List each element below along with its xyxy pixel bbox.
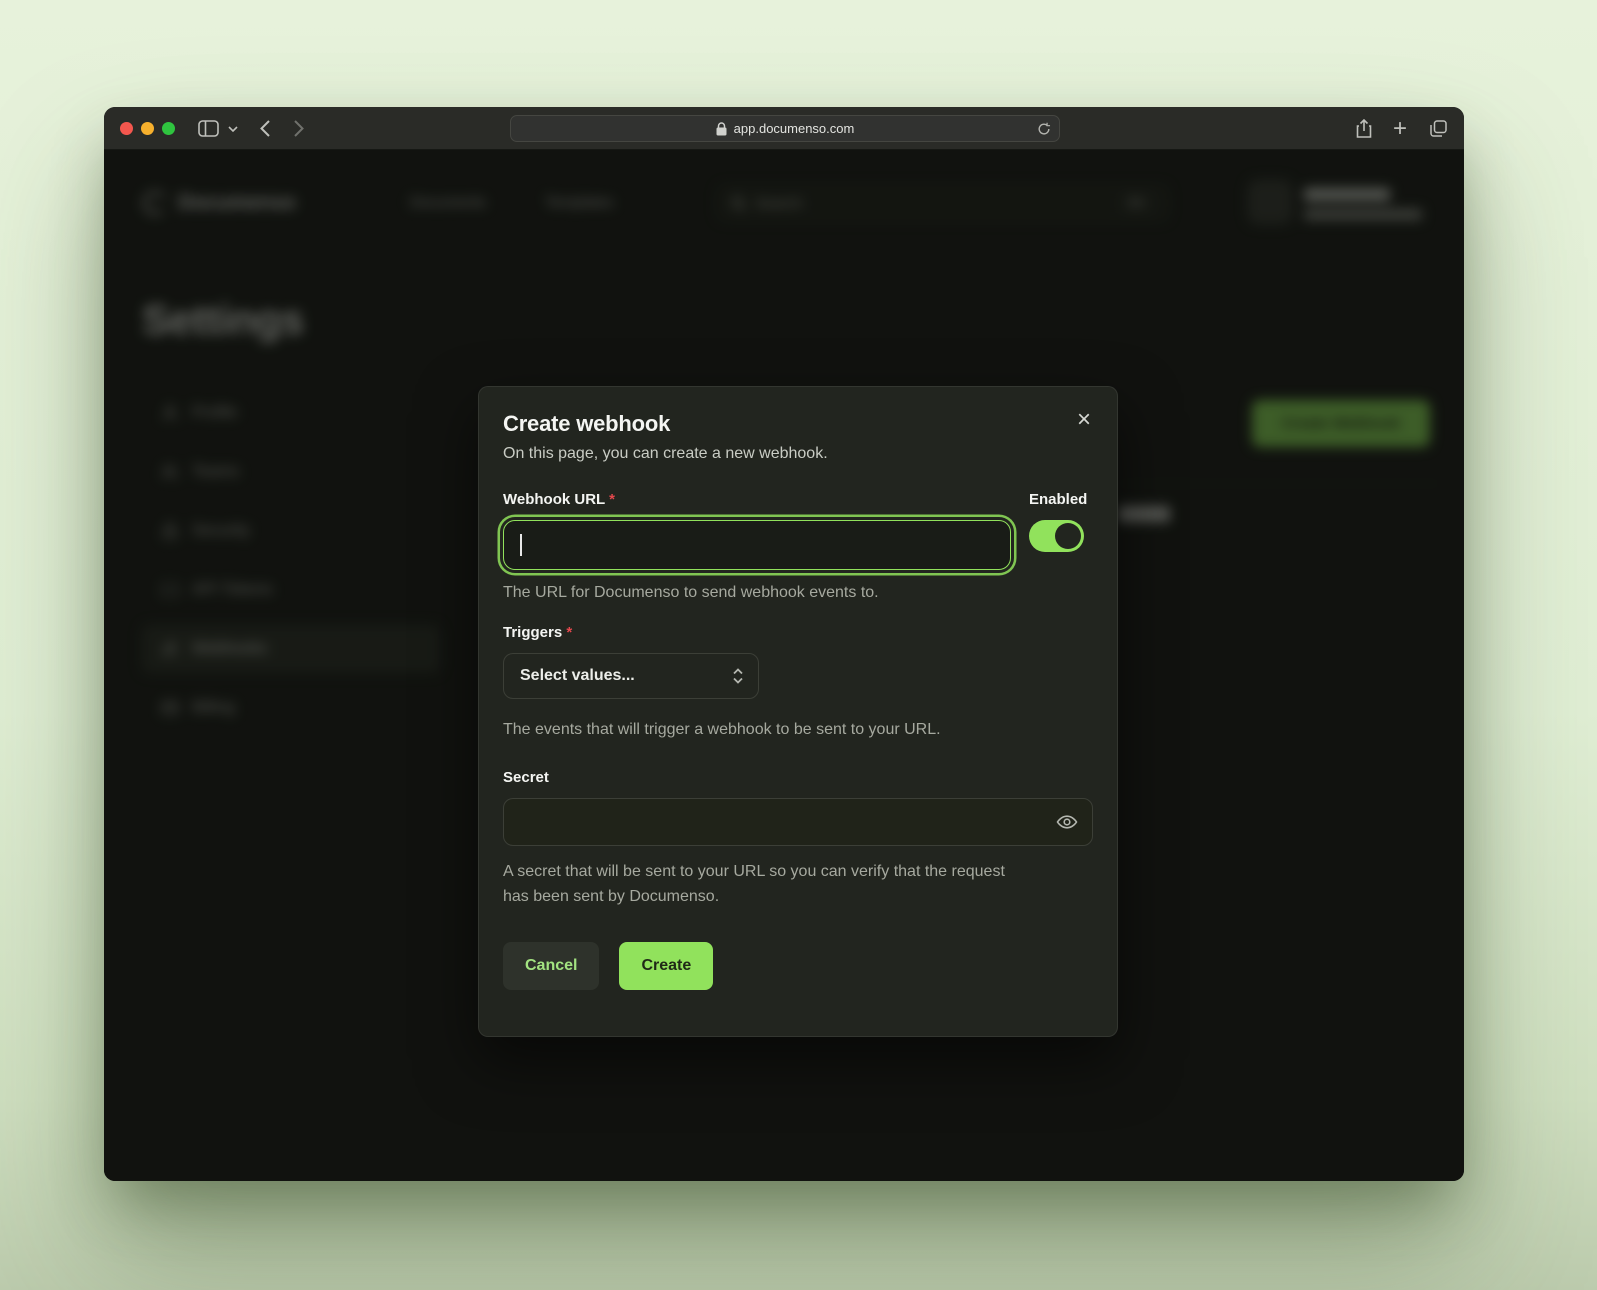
secret-label: Secret <box>503 769 1093 786</box>
forward-icon[interactable] <box>294 107 304 150</box>
lock-icon <box>716 122 727 136</box>
triggers-select[interactable]: Select values... <box>503 653 759 699</box>
triggers-label: Triggers * <box>503 624 1093 641</box>
eye-icon[interactable] <box>1056 813 1078 831</box>
tab-overview-icon[interactable] <box>1430 107 1447 150</box>
refresh-icon[interactable] <box>1037 121 1051 140</box>
page-content: Documenso Documents Templates Search ⌘K … <box>104 150 1464 1181</box>
share-icon[interactable] <box>1356 107 1372 150</box>
required-asterisk: * <box>566 624 572 641</box>
browser-window: app.documenso.com + <box>104 107 1464 1181</box>
required-asterisk: * <box>609 491 615 508</box>
webhook-url-input[interactable] <box>503 520 1011 570</box>
text-cursor <box>520 534 522 556</box>
traffic-lights <box>120 122 175 135</box>
browser-toolbar: app.documenso.com + <box>104 107 1464 150</box>
sidebar-toggle-icon[interactable] <box>198 107 219 150</box>
dialog-subtitle: On this page, you can create a new webho… <box>503 445 1093 463</box>
triggers-select-value: Select values... <box>520 667 635 685</box>
triggers-helper: The events that will trigger a webhook t… <box>503 721 1093 739</box>
address-bar-url: app.documenso.com <box>734 121 855 136</box>
create-webhook-dialog: × Create webhook On this page, you can c… <box>478 386 1118 1037</box>
minimize-window-button[interactable] <box>141 122 154 135</box>
zoom-window-button[interactable] <box>162 122 175 135</box>
address-bar[interactable]: app.documenso.com <box>510 115 1060 142</box>
dialog-title: Create webhook <box>503 411 1093 437</box>
secret-input[interactable] <box>503 798 1093 846</box>
chevron-down-icon[interactable] <box>228 107 238 150</box>
select-chevrons-icon <box>732 667 744 685</box>
secret-helper: A secret that will be sent to your URL s… <box>503 860 1023 910</box>
back-icon[interactable] <box>260 107 270 150</box>
enabled-label: Enabled <box>1029 491 1087 508</box>
new-tab-icon[interactable]: + <box>1393 107 1407 150</box>
create-button[interactable]: Create <box>619 942 713 990</box>
cancel-button[interactable]: Cancel <box>503 942 599 990</box>
enabled-toggle[interactable] <box>1029 520 1084 552</box>
toggle-knob <box>1055 523 1081 549</box>
webhook-url-label: Webhook URL * <box>503 491 1011 508</box>
close-window-button[interactable] <box>120 122 133 135</box>
close-icon[interactable]: × <box>1071 407 1097 433</box>
webhook-url-helper: The URL for Documenso to send webhook ev… <box>503 584 1011 602</box>
